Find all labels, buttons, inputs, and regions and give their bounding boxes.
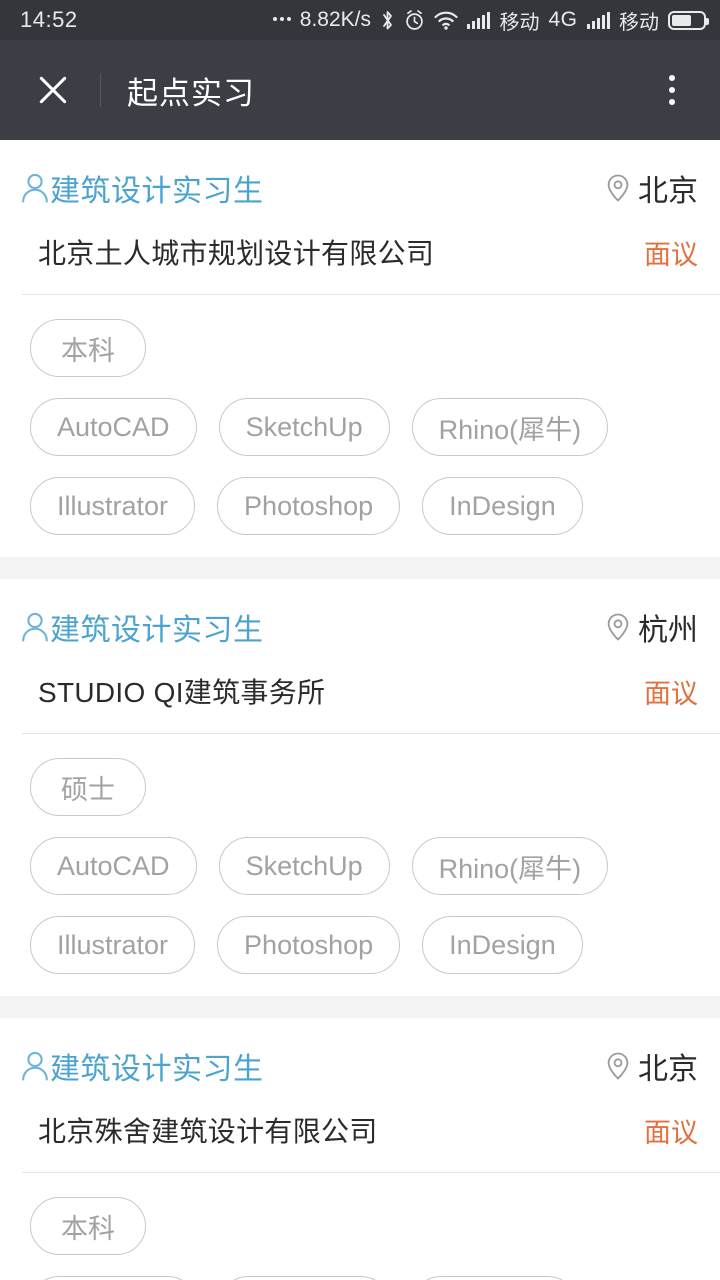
skill-tag[interactable]: SketchUp — [218, 837, 390, 895]
network-type-label: 4G — [548, 8, 578, 31]
education-tag-row: 本科 — [0, 319, 720, 377]
carrier-right-label: 移动 — [619, 11, 659, 34]
job-location-group: 北京 — [605, 166, 698, 210]
location-pin-icon — [607, 613, 629, 641]
skill-tag-row: AutoCAD SketchUp Rhino(犀牛) — [0, 837, 720, 895]
job-location-group: 北京 — [605, 1044, 698, 1088]
header-divider — [100, 73, 101, 107]
person-icon — [22, 173, 48, 203]
network-speed-text: 8.82K/s — [299, 8, 371, 31]
salary-label: 面议 — [644, 1117, 698, 1148]
alarm-icon — [406, 9, 423, 30]
job-location: 北京 — [638, 1053, 698, 1086]
job-title[interactable]: 建筑设计实习生 — [50, 166, 264, 210]
job-title[interactable]: 建筑设计实习生 — [50, 605, 264, 649]
job-company-row: 北京殊舍建筑设计有限公司 面议 — [0, 1088, 720, 1150]
battery-icon — [668, 10, 709, 30]
education-tag[interactable]: 硕士 — [30, 758, 146, 816]
company-name[interactable]: STUDIO QI建筑事务所 — [38, 671, 325, 711]
tag-section: 硕士 AutoCAD SketchUp Rhino(犀牛) Illustrator Pho… — [0, 734, 720, 974]
job-header-row: 建筑设计实习生 北京 — [0, 1018, 720, 1088]
close-icon[interactable] — [30, 67, 76, 113]
job-company-row: STUDIO QI建筑事务所 面议 — [0, 649, 720, 711]
skill-tag[interactable]: AutoCAD — [30, 837, 197, 895]
salary-label: 面议 — [644, 678, 698, 709]
education-tag[interactable]: 本科 — [30, 1197, 146, 1255]
person-icon — [22, 1051, 48, 1081]
location-pin-icon — [607, 174, 629, 202]
skill-tag-row: AutoCAD SketchUp Rhino(犀牛) — [0, 398, 720, 456]
bluetooth-icon — [383, 10, 392, 29]
company-name[interactable]: 北京殊舍建筑设计有限公司 — [38, 1110, 378, 1150]
carrier-left-label: 移动 — [499, 11, 540, 34]
job-list[interactable]: 建筑设计实习生 北京 北京土人城市规划设计有限公司 面议 本科 AutoCAD Sketch… — [0, 140, 720, 1280]
status-time: 14:52 — [20, 7, 78, 32]
skill-tag[interactable]: InDesign — [422, 477, 583, 535]
job-location: 杭州 — [638, 614, 698, 647]
job-title[interactable]: 建筑设计实习生 — [50, 1044, 264, 1088]
skill-tag[interactable]: SketchUp — [218, 398, 390, 456]
skill-tag-row: Illustrator Photoshop InDesign — [0, 477, 720, 535]
job-card[interactable]: 建筑设计实习生 北京北京土人城市规划设计有限公司 面议本科 AutoCAD Sketch… — [0, 140, 720, 557]
card-separator — [0, 557, 720, 579]
skill-tag[interactable]: AutoCAD — [30, 398, 197, 456]
more-dots-icon — [272, 16, 291, 24]
job-company-row: 北京土人城市规划设计有限公司 面议 — [0, 210, 720, 272]
skill-tag[interactable]: Photoshop — [217, 916, 401, 974]
signal-bars-icon — [586, 11, 610, 29]
skill-tag[interactable]: Photoshop — [217, 477, 401, 535]
skill-tag-row: Illustrator Photoshop InDesign — [0, 916, 720, 974]
wifi-icon — [434, 11, 458, 30]
skill-tag[interactable]: Illustrator — [411, 1276, 577, 1280]
location-pin-icon — [607, 1052, 629, 1080]
skill-tag[interactable]: SketchUp — [218, 1276, 390, 1280]
company-name[interactable]: 北京土人城市规划设计有限公司 — [38, 232, 434, 272]
tag-section: 本科 AutoCAD SketchUp Rhino(犀牛) Illustrator Pho… — [0, 295, 720, 535]
salary-label: 面议 — [644, 239, 698, 270]
overflow-menu-icon[interactable] — [650, 68, 694, 112]
person-icon — [22, 612, 48, 642]
skill-tag-row: AutoCAD SketchUp Illustrator — [0, 1276, 720, 1280]
job-header-row: 建筑设计实习生 北京 — [0, 140, 720, 210]
page-title: 起点实习 — [127, 75, 255, 111]
status-bar: 14:52 8.82K/s 移动 4G 移动 — [0, 0, 720, 40]
skill-tag[interactable]: InDesign — [422, 916, 583, 974]
job-card[interactable]: 建筑设计实习生 杭州 STUDIO QI建筑事务所 面议硕士 AutoCAD Sketch… — [0, 579, 720, 996]
signal-bars-icon — [466, 11, 491, 29]
tag-section: 本科AutoCADSketchUpIllustrator手工模型 — [0, 1173, 720, 1280]
job-location: 北京 — [638, 175, 698, 208]
skill-tag[interactable]: Rhino(犀牛) — [411, 837, 609, 895]
job-card[interactable]: 建筑设计实习生 北京北京殊舍建筑设计有限公司 面议本科 AutoCAD SketchUp… — [0, 1018, 720, 1280]
skill-tag[interactable]: Illustrator — [30, 916, 196, 974]
app-header: 起点实习 — [0, 40, 720, 140]
job-location-group: 杭州 — [605, 605, 698, 649]
status-icons-group: 8.82K/s 移动 4G 移动 — [272, 6, 709, 35]
education-tag[interactable]: 本科 — [30, 319, 146, 377]
skill-tag[interactable]: Illustrator — [30, 477, 196, 535]
job-header-row: 建筑设计实习生 杭州 — [0, 579, 720, 649]
education-tag-row: 本科 — [0, 1197, 720, 1255]
skill-tag[interactable]: AutoCAD — [30, 1276, 197, 1280]
card-separator — [0, 996, 720, 1018]
education-tag-row: 硕士 — [0, 758, 720, 816]
skill-tag[interactable]: Rhino(犀牛) — [411, 398, 609, 456]
